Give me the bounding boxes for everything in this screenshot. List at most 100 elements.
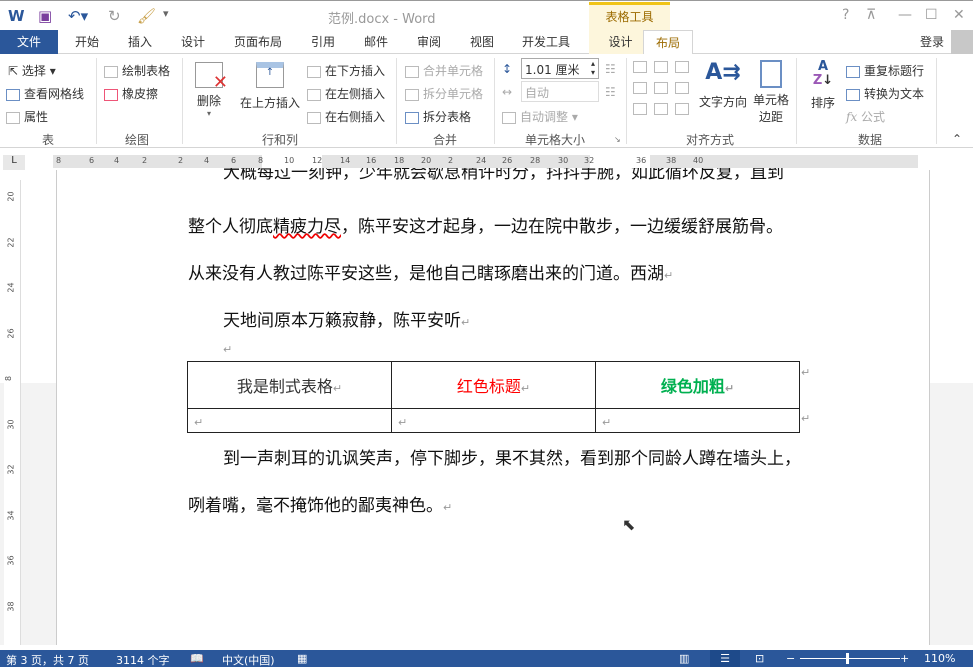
maximize-button[interactable]: ☐: [925, 7, 938, 23]
insert-right-button[interactable]: 在右侧插入: [307, 108, 385, 125]
alignment-grid: [633, 61, 695, 115]
macro-icon[interactable]: ▦: [297, 652, 307, 665]
group-alignment-label: 对齐方式: [685, 133, 734, 147]
zoom-slider[interactable]: [800, 658, 900, 659]
align-top-right-icon[interactable]: [675, 61, 689, 73]
delete-button[interactable]: ✕ 删除 ▾: [192, 62, 228, 118]
undo-icon[interactable]: ↶▾: [68, 7, 88, 25]
ruler-tick-label: 20: [421, 156, 432, 165]
table-cell[interactable]: 红色标题↵: [391, 361, 596, 409]
distribute-rows-icon[interactable]: ☷: [605, 62, 616, 76]
select-button[interactable]: ⇱ 选择 ▾: [8, 62, 56, 79]
insert-left-button[interactable]: 在左侧插入: [307, 85, 385, 102]
zoom-out-button[interactable]: −: [786, 652, 795, 665]
view-gridlines-button[interactable]: 查看网格线: [6, 85, 84, 102]
split-cells-button[interactable]: 拆分单元格: [405, 85, 483, 102]
autofit-icon: [502, 111, 516, 124]
customize-qa-icon[interactable]: ▾: [163, 7, 169, 20]
insert-below-button[interactable]: 在下方插入: [307, 62, 385, 79]
table-cell[interactable]: ↵: [595, 408, 800, 433]
zoom-level[interactable]: 110%: [924, 652, 955, 665]
close-button[interactable]: ✕: [953, 7, 965, 23]
proofing-icon[interactable]: 📖: [190, 652, 204, 665]
signin-link[interactable]: 登录: [920, 30, 944, 54]
vruler-tick-label: 36: [6, 555, 16, 566]
ruler-tick-label: 4: [114, 156, 120, 165]
table-cell[interactable]: ↵: [391, 408, 596, 433]
collapse-ribbon-icon[interactable]: ⌃: [952, 132, 962, 146]
text-direction-button[interactable]: A⇉ 文字方向: [698, 58, 748, 110]
table-row: 我是制式表格↵ 红色标题↵ 绿色加粗↵: [187, 361, 800, 409]
word-count[interactable]: 3114 个字: [116, 652, 170, 668]
table-cell[interactable]: 我是制式表格↵: [187, 361, 392, 409]
tab-page-layout[interactable]: 页面布局: [234, 30, 282, 54]
redo-icon[interactable]: ↻: [108, 7, 121, 25]
distribute-cols-icon[interactable]: ☷: [605, 85, 616, 99]
paragraph-line: 从来没有人教过陈平安这些，是他自己瞎琢磨出来的门道。西湖↵: [188, 264, 674, 284]
formula-button[interactable]: fx 公式: [846, 108, 885, 125]
insert-above-button[interactable]: ↑ 在上方插入: [238, 62, 302, 111]
tab-file[interactable]: 文件: [0, 30, 58, 54]
page-count[interactable]: 第 3 页，共 7 页: [6, 652, 89, 668]
tab-review[interactable]: 审阅: [417, 30, 441, 54]
tab-insert[interactable]: 插入: [128, 30, 152, 54]
properties-icon: [6, 111, 20, 124]
table-tools-label: 表格工具: [589, 2, 670, 31]
print-layout-icon[interactable]: ☰: [710, 650, 740, 667]
autofit-button[interactable]: 自动调整 ▾: [502, 108, 578, 125]
tab-references[interactable]: 引用: [311, 30, 335, 54]
ruler-tick-label: 2: [178, 156, 184, 165]
tab-home[interactable]: 开始: [75, 30, 99, 54]
cell-margins-button[interactable]: 单元格 边距: [752, 60, 790, 125]
cell-size-launcher-icon[interactable]: ↘: [614, 135, 621, 144]
split-table-button[interactable]: 拆分表格: [405, 108, 471, 125]
vertical-ruler[interactable]: 20 22 24 26 8 30 32 34 36 38: [4, 180, 21, 645]
tab-developer[interactable]: 开发工具: [522, 30, 570, 54]
align-center-icon[interactable]: [654, 82, 668, 94]
draw-table-button[interactable]: 绘制表格: [104, 62, 170, 79]
align-bottom-left-icon[interactable]: [633, 103, 647, 115]
zoom-in-button[interactable]: +: [900, 652, 909, 665]
horizontal-ruler[interactable]: 8 6 4 2 2 4 6 8 10 12 14 16 18 20 2 24 26 28 30 32 36 38 40: [53, 155, 973, 168]
col-width-input[interactable]: 自动: [521, 81, 599, 102]
eraser-button[interactable]: 橡皮擦: [104, 85, 158, 102]
align-bottom-right-icon[interactable]: [675, 103, 689, 115]
properties-button[interactable]: 属性: [6, 108, 48, 125]
format-painter-icon[interactable]: 🖌: [137, 7, 156, 25]
convert-to-text-button[interactable]: 转换为文本: [846, 85, 924, 102]
row-height-input[interactable]: 1.01 厘米 ▴ ▾: [521, 58, 599, 79]
zoom-slider-thumb[interactable]: [846, 653, 849, 664]
ribbon: ⇱ 选择 ▾ 查看网格线 属性 表 绘制表格 橡皮擦 绘图 ✕ 删除 ▾ ↑ 在上…: [0, 54, 973, 148]
vruler-tick-label: 20: [6, 191, 16, 202]
table-cell[interactable]: ↵: [187, 408, 392, 433]
language[interactable]: 中文(中国): [222, 652, 275, 668]
align-bottom-center-icon[interactable]: [654, 103, 668, 115]
read-mode-icon[interactable]: ▥: [679, 652, 689, 665]
tab-view[interactable]: 视图: [470, 30, 494, 54]
merge-cells-icon: [405, 65, 419, 78]
table-cell[interactable]: 绿色加粗↵: [595, 361, 800, 409]
help-icon[interactable]: ?: [842, 7, 849, 23]
align-top-center-icon[interactable]: [654, 61, 668, 73]
ruler-tick-label: 16: [366, 156, 377, 165]
mouse-cursor-icon: ⬉: [622, 515, 636, 534]
insert-left-icon: [307, 88, 321, 101]
paragraph-line: 咧着嘴，毫不掩饰他的鄙夷神色。↵: [188, 496, 453, 516]
tab-design[interactable]: 设计: [181, 30, 205, 54]
ribbon-display-icon[interactable]: ⊼: [866, 7, 876, 23]
tab-table-layout[interactable]: 布局: [643, 30, 693, 55]
sort-button[interactable]: A Z↓ 排序: [806, 60, 840, 111]
merge-cells-button[interactable]: 合并单元格: [405, 62, 483, 79]
document-table[interactable]: 我是制式表格↵ 红色标题↵ 绿色加粗↵ ↵ ↵ ↵: [187, 361, 800, 433]
save-icon[interactable]: ▣: [38, 7, 52, 25]
align-middle-right-icon[interactable]: [675, 82, 689, 94]
align-middle-left-icon[interactable]: [633, 82, 647, 94]
avatar[interactable]: [951, 30, 973, 54]
repeat-header-button[interactable]: 重复标题行: [846, 62, 924, 79]
tab-mailings[interactable]: 邮件: [364, 30, 388, 54]
web-layout-icon[interactable]: ⊡: [755, 652, 764, 665]
align-top-left-icon[interactable]: [633, 61, 647, 73]
divider: [396, 58, 397, 144]
minimize-button[interactable]: —: [898, 7, 912, 23]
insert-right-icon: [307, 111, 321, 124]
